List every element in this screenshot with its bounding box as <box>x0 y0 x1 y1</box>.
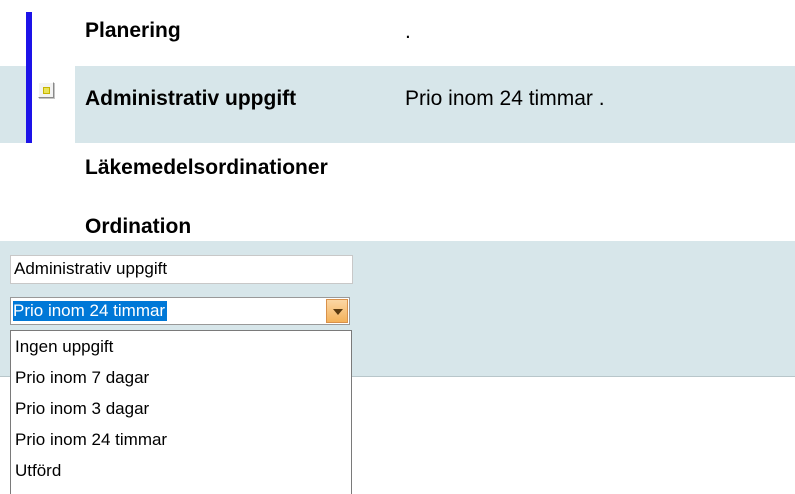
row-label-ordination: Ordination <box>85 215 192 238</box>
row-marker-bar <box>26 12 32 66</box>
row-value-administrativ-uppgift: Prio inom 24 timmar . <box>405 87 605 110</box>
dropdown-option[interactable]: Utförd <box>11 461 351 492</box>
row-label-lakemedelsordinationer: Läkemedelsordinationer <box>85 156 328 179</box>
dropdown-option[interactable]: Prio inom 3 dagar <box>11 399 351 430</box>
priority-select[interactable]: Prio inom 24 timmar <box>10 297 350 325</box>
page: Planering . Administrativ uppgift Prio i… <box>0 0 795 494</box>
priority-select-value: Prio inom 24 timmar <box>13 301 168 321</box>
chevron-down-icon[interactable] <box>326 299 348 323</box>
dropdown-option[interactable]: Prio inom 7 dagar <box>11 368 351 399</box>
dropdown-option[interactable]: Ingen uppgift <box>11 337 351 368</box>
row-label-planering: Planering <box>85 19 181 42</box>
row-label-administrativ-uppgift: Administrativ uppgift <box>85 87 297 110</box>
task-text-field[interactable]: Administrativ uppgift <box>10 255 353 284</box>
note-icon-dot <box>43 87 50 94</box>
dropdown-option[interactable]: Prio inom 24 timmar <box>11 430 351 461</box>
icon-cell <box>32 66 75 143</box>
note-icon[interactable] <box>38 82 54 98</box>
row-value-planering: . <box>405 20 411 43</box>
priority-dropdown-list: Ingen uppgift Prio inom 7 dagar Prio ino… <box>10 330 352 494</box>
